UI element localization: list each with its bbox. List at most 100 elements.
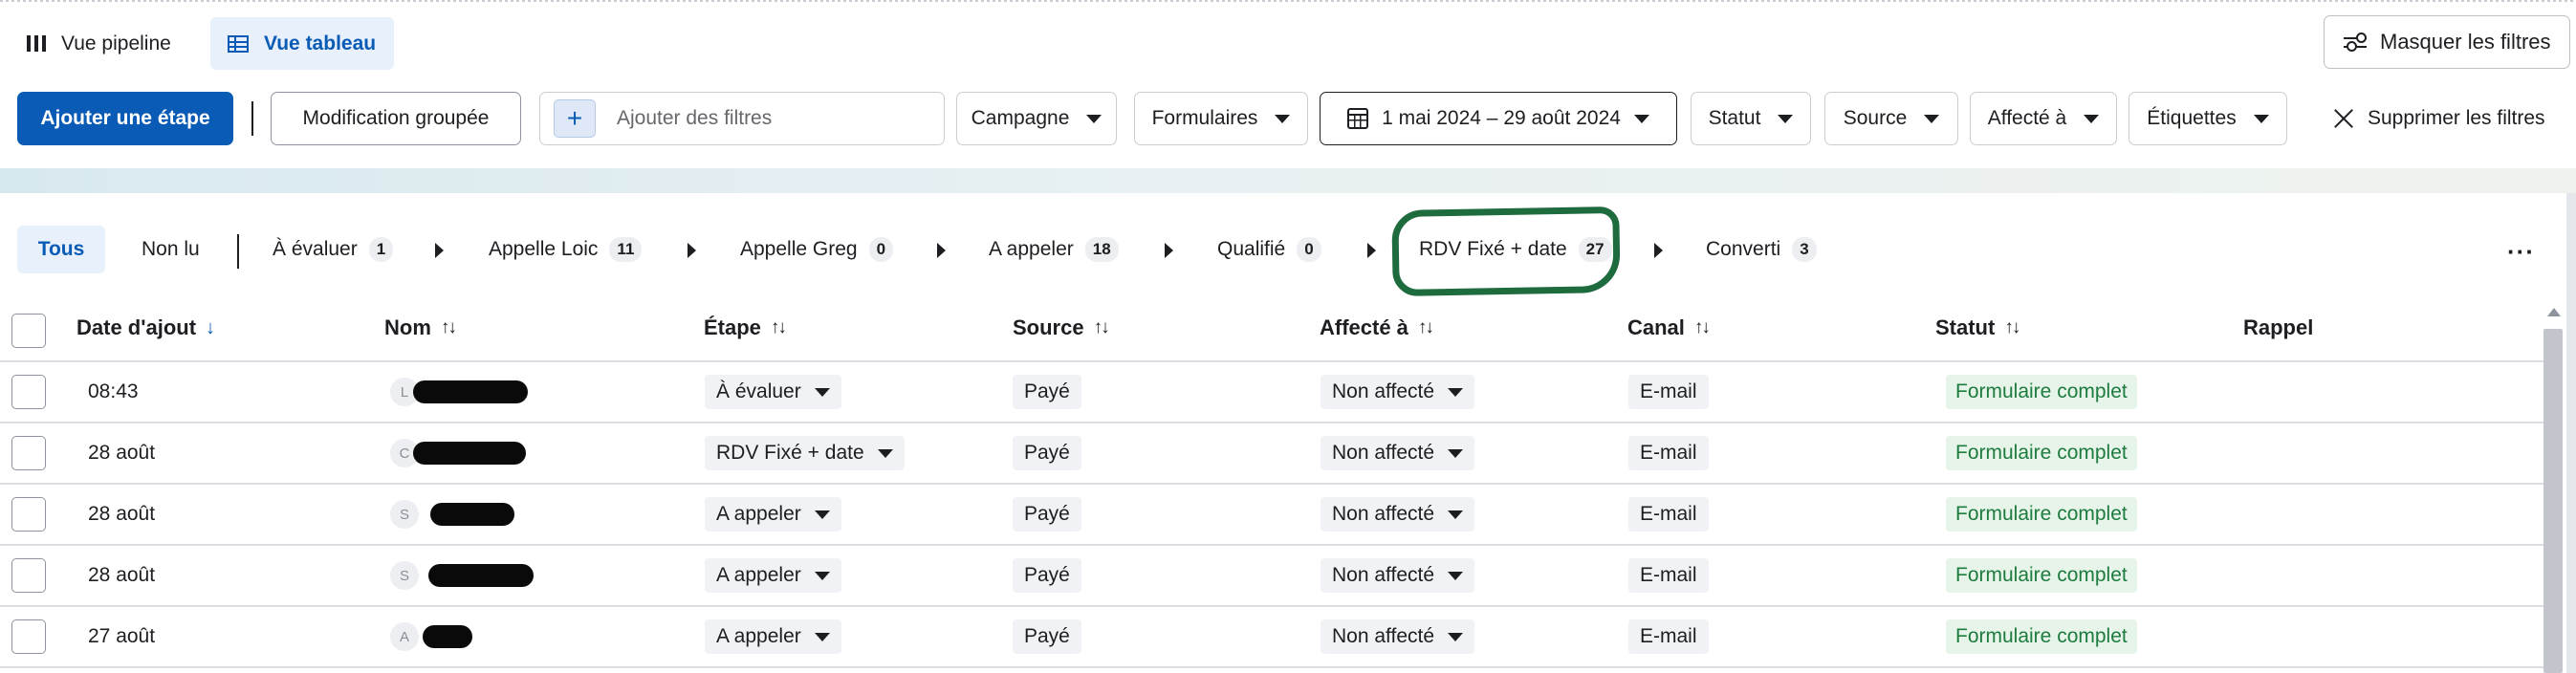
more-options-icon[interactable]: ··· (2507, 237, 2535, 267)
channel-chip: E-mail (1628, 436, 1709, 470)
table-scrollbar-thumb[interactable] (2543, 329, 2563, 673)
column-header-date[interactable]: Date d'ajout ↓ (76, 315, 215, 340)
pipeline-view-label: Vue pipeline (61, 32, 171, 54)
labels-filter-dropdown[interactable]: Étiquettes (2128, 92, 2287, 145)
assigned-dropdown[interactable]: Non affecté (1321, 619, 1475, 654)
stage-cell[interactable]: A appeler (705, 484, 841, 545)
caret-down-icon (1633, 114, 1649, 123)
tab-stage-qualifie[interactable]: Qualifié 0 (1217, 226, 1321, 273)
caret-down-icon (1448, 387, 1464, 397)
add-step-button[interactable]: Ajouter une étape (17, 92, 233, 145)
calendar-icon (1347, 108, 1369, 129)
tab-stage-converti[interactable]: Converti 3 (1706, 226, 1817, 273)
stage-dropdown[interactable]: A appeler (705, 558, 841, 593)
column-header-source[interactable]: Source ↑↓ (1013, 315, 1110, 340)
plus-icon[interactable]: + (554, 99, 596, 138)
row-checkbox[interactable] (11, 436, 46, 470)
assigned-cell[interactable]: Non affecté (1321, 423, 1475, 484)
hide-filters-button[interactable]: Masquer les filtres (2324, 15, 2570, 69)
tab-all[interactable]: Tous (17, 226, 105, 273)
tab-stage-a-appeler[interactable]: A appeler 18 (989, 226, 1119, 273)
name-cell[interactable]: A (390, 606, 472, 667)
assigned-cell[interactable]: Non affecté (1321, 606, 1475, 667)
stage-label: A appeler (716, 564, 801, 586)
stage-cell[interactable]: A appeler (705, 545, 841, 606)
column-header-name[interactable]: Nom ↑↓ (384, 315, 457, 340)
assigned-dropdown[interactable]: Non affecté (1321, 375, 1475, 409)
tab-stage-appelle-greg[interactable]: Appelle Greg 0 (740, 226, 894, 273)
add-filters-input[interactable]: + Ajouter des filtres (539, 92, 945, 145)
channel-chip: E-mail (1628, 558, 1709, 593)
assigned-cell[interactable]: Non affecté (1321, 361, 1475, 423)
date-range-filter-dropdown[interactable]: 1 mai 2024 – 29 août 2024 (1320, 92, 1677, 145)
status-filter-dropdown[interactable]: Statut (1691, 92, 1811, 145)
scroll-up-arrow-icon[interactable] (2547, 308, 2561, 316)
source-cell: Payé (1013, 423, 1081, 484)
stage-dropdown[interactable]: A appeler (705, 619, 841, 654)
stage-arrow-icon (1165, 243, 1173, 258)
forms-filter-dropdown[interactable]: Formulaires (1134, 92, 1308, 145)
tab-label: À évaluer (273, 238, 358, 260)
assigned-label: Non affecté (1332, 503, 1435, 525)
table-row[interactable]: 28 août C RDV Fixé + date Payé Non affec… (0, 423, 2543, 484)
assigned-dropdown[interactable]: Non affecté (1321, 436, 1475, 470)
caret-down-icon (814, 510, 830, 519)
column-header-label: Date d'ajout (76, 315, 197, 339)
assigned-label: Non affecté (1332, 380, 1435, 402)
stage-dropdown[interactable]: A appeler (705, 497, 841, 532)
row-checkbox[interactable] (11, 497, 46, 532)
caret-down-icon (814, 571, 830, 580)
clear-filters-button[interactable]: Supprimer les filtres (2333, 92, 2545, 145)
row-checkbox[interactable] (11, 619, 46, 654)
toolbar-divider (251, 101, 253, 136)
row-checkbox[interactable] (11, 558, 46, 593)
status-cell: Formulaire complet (1946, 606, 2137, 667)
bulk-edit-button[interactable]: Modification groupée (271, 92, 521, 145)
assigned-dropdown[interactable]: Non affecté (1321, 497, 1475, 532)
stage-cell[interactable]: À évaluer (705, 361, 841, 423)
table-row[interactable]: 28 août S A appeler Payé Non affecté E-m… (0, 545, 2543, 606)
column-header-label: Étape (704, 315, 761, 339)
tab-unread[interactable]: Non lu (142, 226, 200, 273)
caret-down-icon (1924, 114, 1940, 123)
table-icon (228, 34, 249, 53)
stage-label: RDV Fixé + date (716, 442, 864, 464)
column-header-channel[interactable]: Canal ↑↓ (1627, 315, 1711, 340)
column-header-label: Canal (1627, 315, 1685, 339)
pipeline-view-button[interactable]: Vue pipeline (10, 17, 199, 70)
column-header-stage[interactable]: Étape ↑↓ (704, 315, 787, 340)
name-cell[interactable]: S (390, 545, 534, 606)
tab-stage-a-evaluer[interactable]: À évaluer 1 (273, 226, 394, 273)
name-cell[interactable]: S (390, 484, 514, 545)
table-view-button[interactable]: Vue tableau (210, 17, 394, 70)
stage-arrow-icon (1654, 243, 1663, 258)
table-row[interactable]: 08:43 L À évaluer Payé Non affecté E-mai… (0, 361, 2543, 423)
tab-stage-appelle-loic[interactable]: Appelle Loic 11 (489, 226, 643, 273)
page-scroll-rail (2566, 193, 2576, 673)
source-cell: Payé (1013, 606, 1081, 667)
stage-dropdown[interactable]: RDV Fixé + date (705, 436, 905, 470)
table-row[interactable]: 28 août S A appeler Payé Non affecté E-m… (0, 484, 2543, 545)
assigned-filter-dropdown[interactable]: Affecté à (1970, 92, 2117, 145)
count-badge: 3 (1792, 237, 1817, 262)
row-checkbox[interactable] (11, 375, 46, 409)
stage-cell[interactable]: RDV Fixé + date (705, 423, 905, 484)
status-badge: Formulaire complet (1946, 375, 2137, 409)
name-cell[interactable]: L (390, 361, 528, 423)
assigned-cell[interactable]: Non affecté (1321, 484, 1475, 545)
forms-filter-label: Formulaires (1151, 107, 1258, 129)
tab-label: Qualifié (1217, 238, 1286, 260)
source-filter-dropdown[interactable]: Source (1824, 92, 1958, 145)
stage-cell[interactable]: A appeler (705, 606, 841, 667)
date-range-label: 1 mai 2024 – 29 août 2024 (1382, 107, 1621, 129)
column-header-status[interactable]: Statut ↑↓ (1935, 315, 2020, 340)
top-dotted-border (0, 0, 2576, 2)
assigned-dropdown[interactable]: Non affecté (1321, 558, 1475, 593)
assigned-cell[interactable]: Non affecté (1321, 545, 1475, 606)
table-row[interactable]: 27 août A A appeler Payé Non affecté E-m… (0, 606, 2543, 667)
column-header-assigned[interactable]: Affecté à ↑↓ (1320, 315, 1434, 340)
stage-dropdown[interactable]: À évaluer (705, 375, 841, 409)
select-all-checkbox[interactable] (11, 314, 46, 348)
campaign-filter-dropdown[interactable]: Campagne (956, 92, 1117, 145)
name-cell[interactable]: C (390, 423, 526, 484)
